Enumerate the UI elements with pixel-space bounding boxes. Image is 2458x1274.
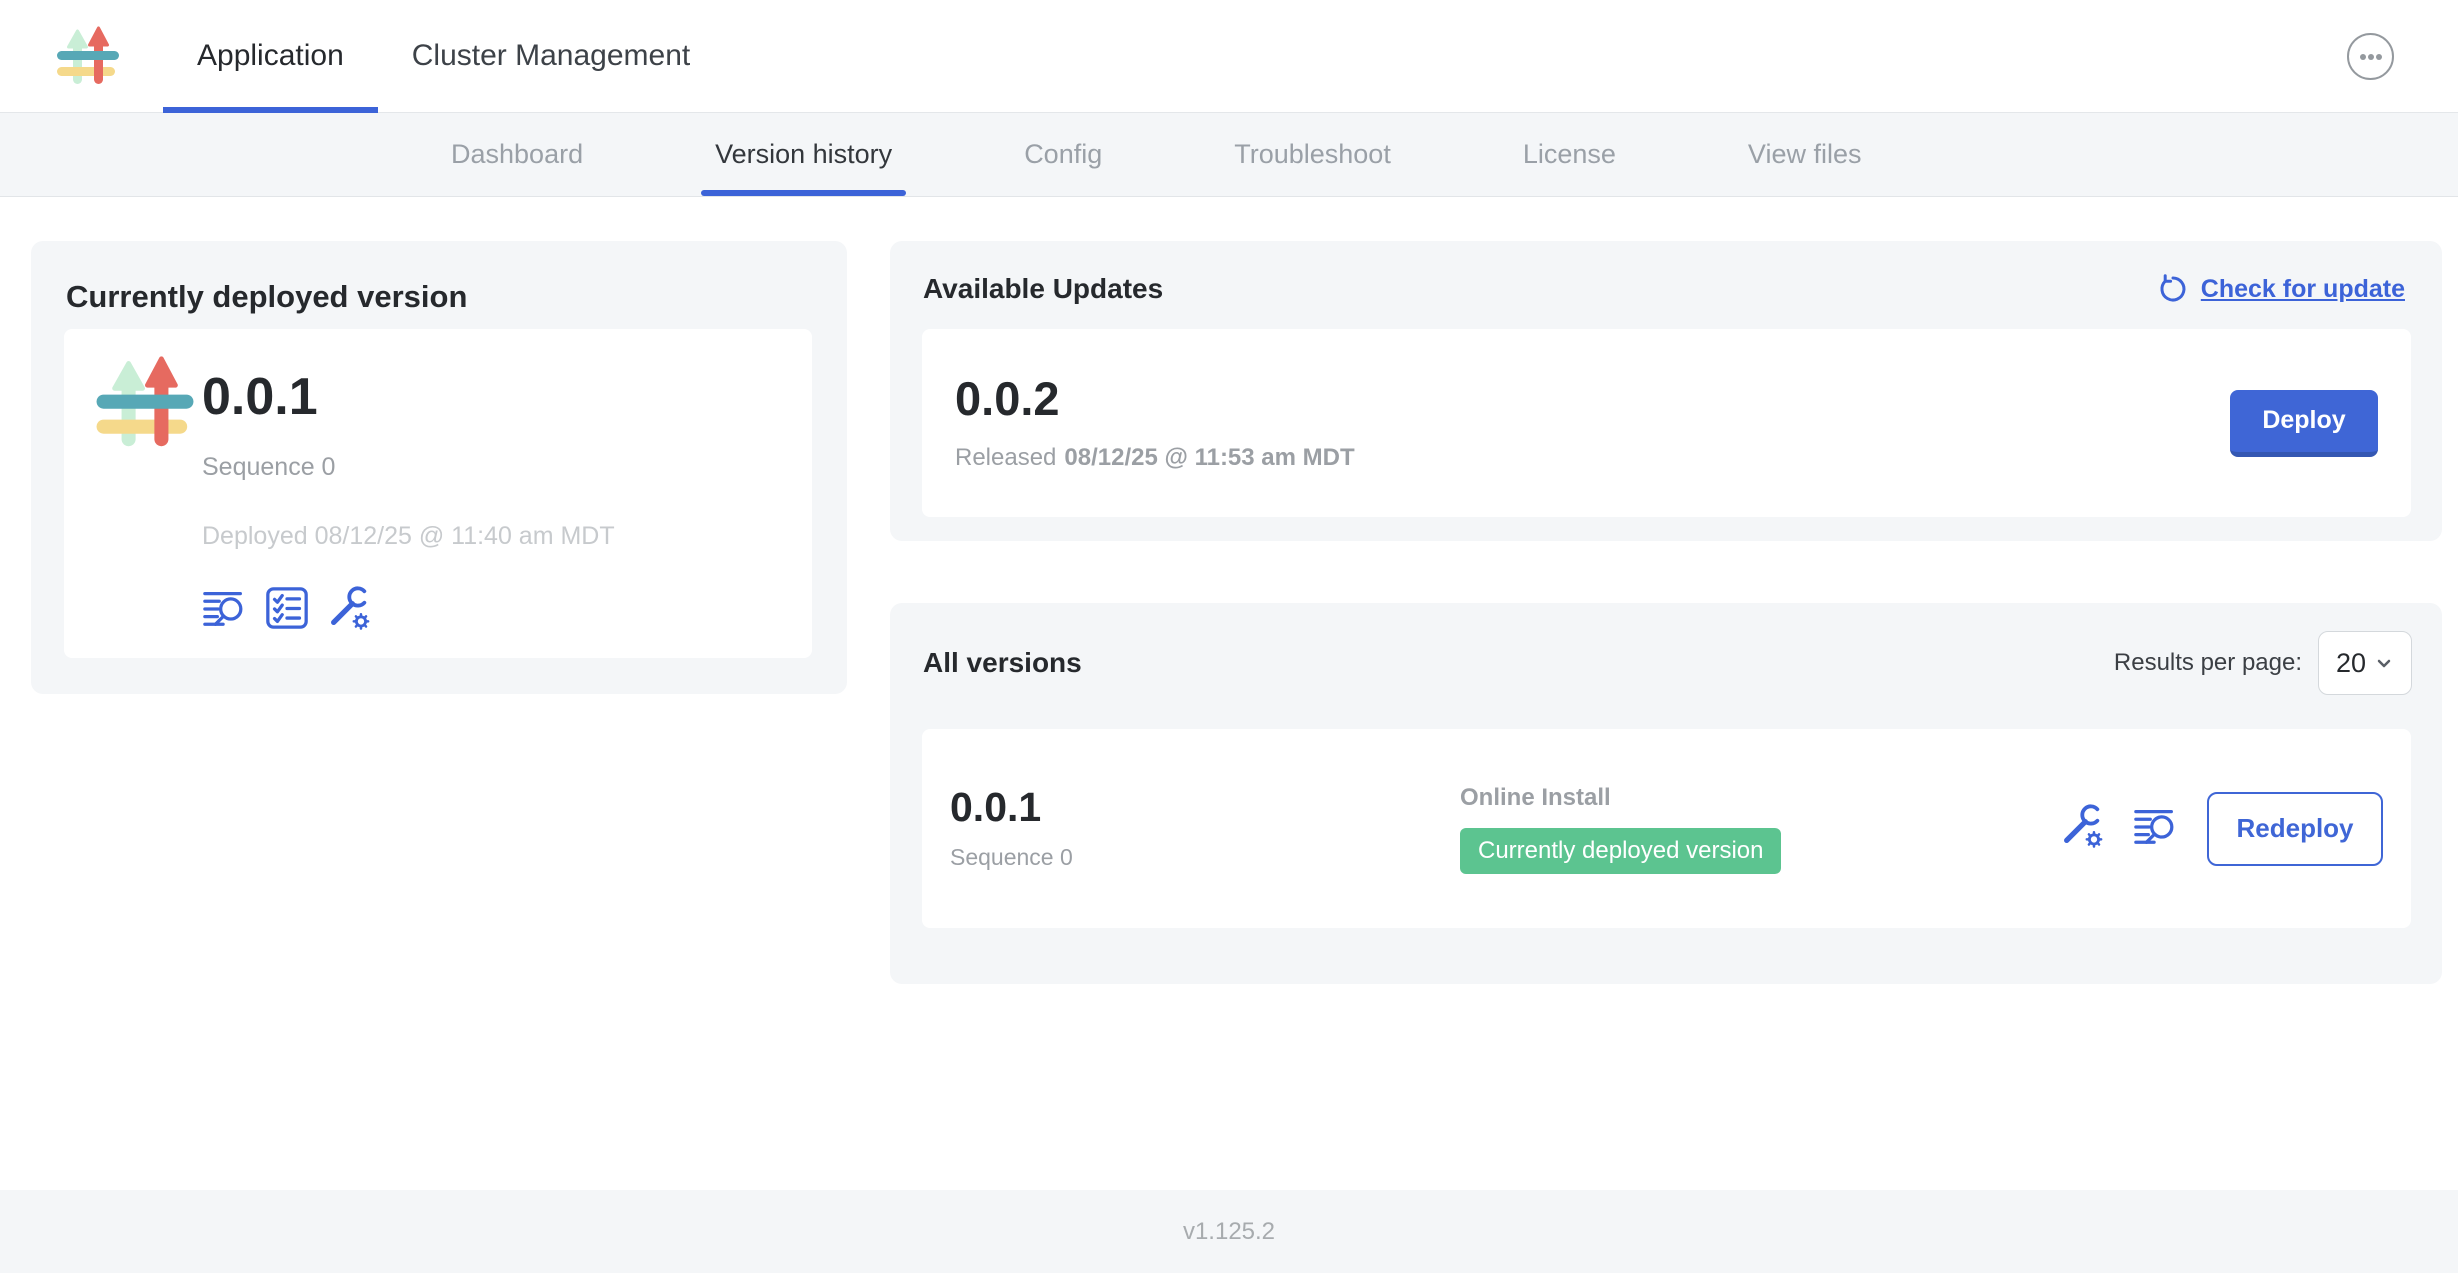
deployed-version-details: 0.0.1 Sequence 0 Deployed 08/12/25 @ 11:…	[202, 329, 615, 631]
config-icon[interactable]	[326, 585, 372, 631]
redeploy-button[interactable]: Redeploy	[2207, 792, 2383, 866]
tab-cluster-management[interactable]: Cluster Management	[378, 0, 724, 112]
app-subnav: Dashboard Version history Config Trouble…	[0, 113, 2458, 197]
deployed-timestamp: Deployed 08/12/25 @ 11:40 am MDT	[202, 522, 615, 551]
all-versions-section: All versions Results per page: 20 0.0.1 …	[890, 603, 2442, 984]
version-row-number: 0.0.1	[950, 787, 1460, 828]
subnav-item-view-files[interactable]: View files	[1748, 113, 1862, 196]
tab-cluster-management-label: Cluster Management	[412, 39, 690, 73]
top-bar: Application Cluster Management	[0, 0, 2458, 113]
console-version: v1.125.2	[1183, 1218, 1275, 1246]
deployed-version-card: 0.0.1 Sequence 0 Deployed 08/12/25 @ 11:…	[64, 329, 812, 658]
overflow-menu-button[interactable]	[2347, 33, 2394, 80]
check-for-update-label: Check for update	[2201, 275, 2405, 304]
deployed-version-actions	[202, 585, 615, 631]
available-update-row: 0.0.2 Released 08/12/25 @ 11:53 am MDT De…	[922, 329, 2411, 517]
subnav-item-license[interactable]: License	[1523, 113, 1616, 196]
check-for-update-link[interactable]: Check for update	[2157, 273, 2405, 305]
version-row-version-block: 0.0.1 Sequence 0	[950, 787, 1460, 871]
preflight-checks-icon[interactable]	[264, 585, 310, 631]
deployed-sequence: Sequence 0	[202, 453, 615, 482]
tab-application[interactable]: Application	[163, 0, 378, 112]
version-row: 0.0.1 Sequence 0 Online Install Currentl…	[922, 729, 2411, 928]
version-history-page: Currently deployed version 0.0.1 Sequenc…	[0, 197, 2458, 1190]
deploy-button[interactable]: Deploy	[2230, 390, 2378, 457]
all-versions-title: All versions	[923, 647, 1082, 679]
logs-icon	[2133, 803, 2179, 849]
row-logs-action[interactable]	[2133, 803, 2179, 854]
update-released-timestamp: Released 08/12/25 @ 11:53 am MDT	[955, 444, 1355, 472]
app-logo-icon	[56, 16, 120, 98]
version-row-sequence: Sequence 0	[950, 844, 1460, 871]
results-per-page: Results per page: 20	[2114, 631, 2412, 695]
available-updates-section: Available Updates Check for update 0.0.2…	[890, 241, 2442, 541]
subnav-item-version-history[interactable]: Version history	[715, 113, 892, 196]
logs-icon[interactable]	[202, 585, 248, 631]
tab-application-label: Application	[197, 39, 344, 73]
results-per-page-select[interactable]: 20	[2318, 631, 2412, 695]
currently-deployed-card: Currently deployed version 0.0.1 Sequenc…	[31, 241, 847, 694]
refresh-icon	[2157, 273, 2189, 305]
released-date: 08/12/25 @ 11:53 am MDT	[1064, 444, 1354, 471]
subnav-item-dashboard[interactable]: Dashboard	[451, 113, 583, 196]
all-versions-header: All versions Results per page: 20	[890, 603, 2442, 695]
available-updates-header: Available Updates Check for update	[890, 241, 2442, 305]
currently-deployed-title: Currently deployed version	[66, 279, 847, 315]
install-type: Online Install	[1460, 784, 2059, 812]
app-icon	[95, 352, 195, 456]
currently-deployed-badge: Currently deployed version	[1460, 828, 1781, 874]
console-footer: v1.125.2	[0, 1190, 2458, 1273]
subnav-item-config[interactable]: Config	[1024, 113, 1102, 196]
update-version-block: 0.0.2 Released 08/12/25 @ 11:53 am MDT	[955, 375, 1355, 472]
row-config-action[interactable]	[2059, 803, 2105, 854]
update-version-number: 0.0.2	[955, 375, 1355, 422]
results-per-page-label: Results per page:	[2114, 649, 2302, 677]
primary-tabs: Application Cluster Management	[163, 0, 724, 112]
deployed-version-number: 0.0.1	[202, 371, 615, 423]
ellipsis-icon	[2357, 43, 2385, 71]
available-updates-title: Available Updates	[923, 273, 1163, 305]
version-row-status-block: Online Install Currently deployed versio…	[1460, 784, 2059, 874]
chevron-down-icon	[2374, 653, 2394, 673]
config-icon	[2059, 803, 2105, 849]
version-row-actions: Redeploy	[2059, 792, 2383, 866]
results-per-page-value: 20	[2336, 648, 2366, 679]
released-prefix: Released	[955, 444, 1056, 471]
subnav-item-troubleshoot[interactable]: Troubleshoot	[1234, 113, 1391, 196]
